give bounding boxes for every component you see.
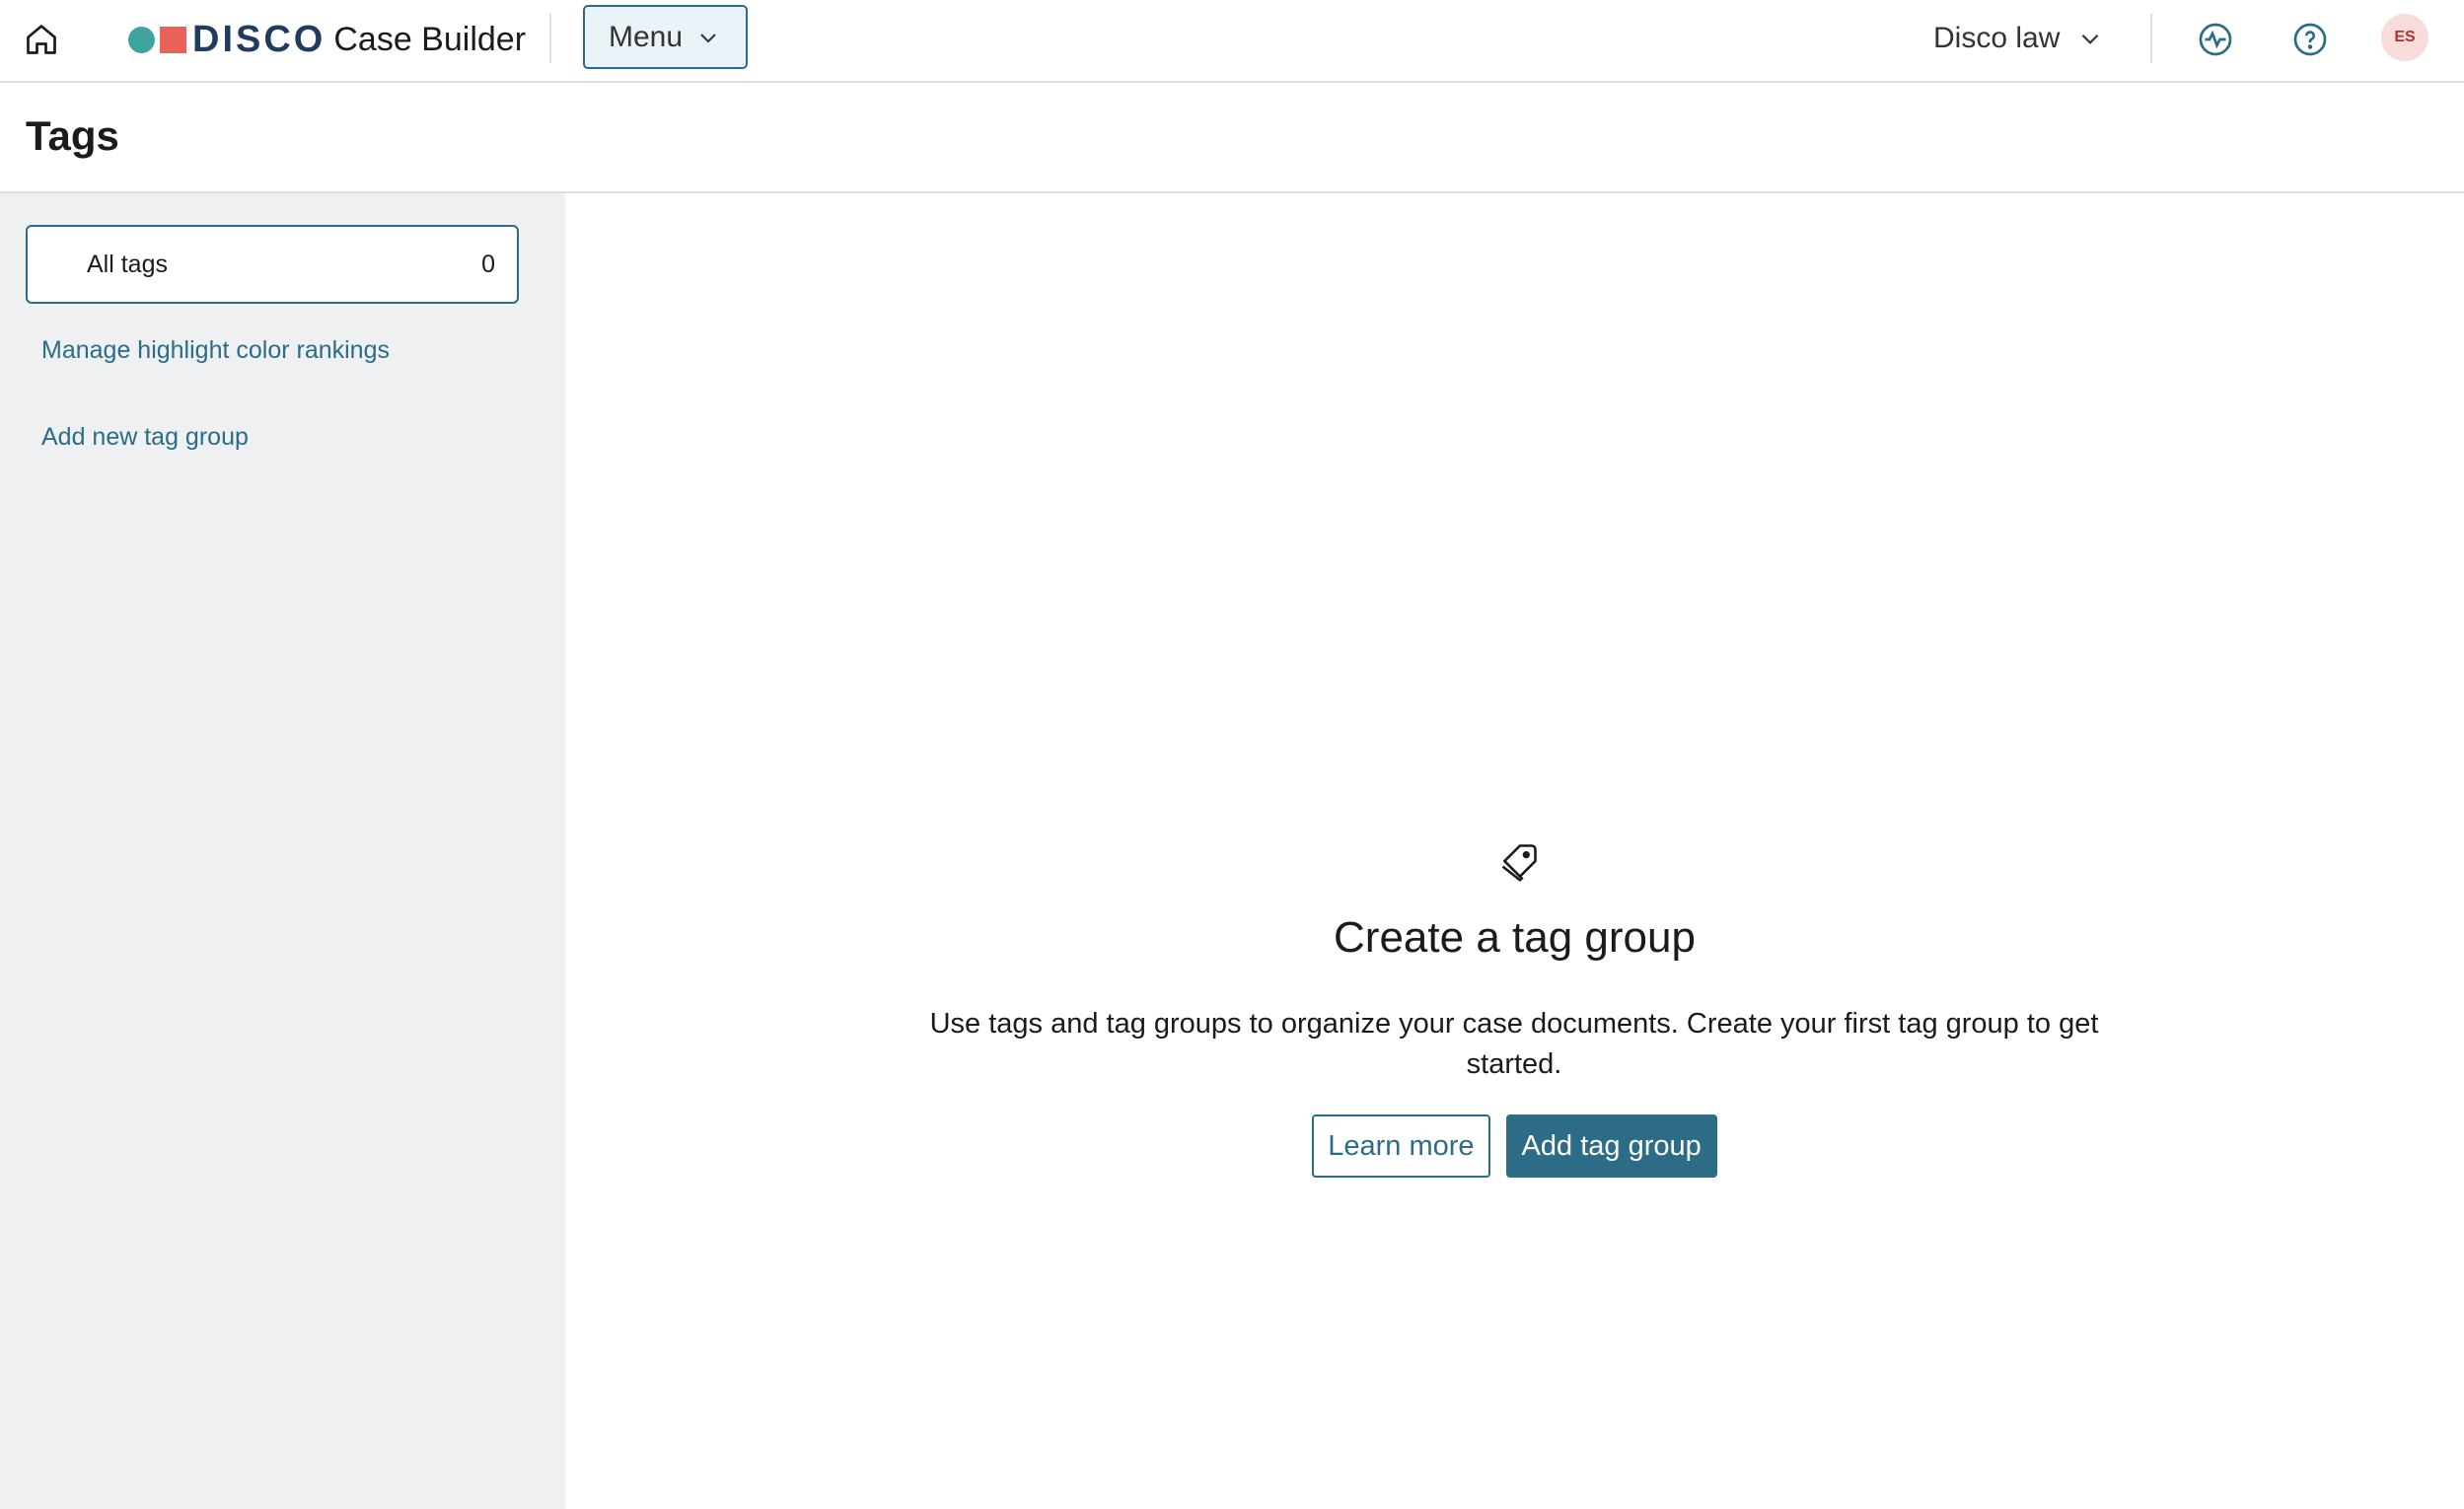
help-icon: [2293, 23, 2327, 56]
empty-state-actions: Learn more Add tag group: [565, 1114, 2464, 1178]
empty-state-description: Use tags and tag groups to organize your…: [929, 1008, 2099, 1080]
activity-icon: [2199, 23, 2232, 56]
divider: [549, 14, 551, 63]
home-icon: [27, 25, 56, 54]
page-title: Tags: [26, 112, 119, 159]
sidebar-item-label: All tags: [87, 250, 168, 278]
tag-count: 0: [481, 250, 495, 278]
top-navigation-bar: DISCO Case Builder Menu Disco law ES: [0, 0, 2464, 83]
chevron-down-icon: [2082, 34, 2099, 44]
brand-name: DISCO: [192, 19, 326, 60]
divider: [2150, 14, 2152, 63]
learn-more-button[interactable]: Learn more: [1312, 1114, 1490, 1178]
tag-icon: [1501, 844, 1537, 882]
main-content: Create a tag group Use tags and tag grou…: [565, 193, 2464, 1509]
product-name: Case Builder: [333, 21, 527, 58]
add-tag-group-button[interactable]: Add tag group: [1505, 1114, 1717, 1178]
page-header: Tags: [0, 83, 2464, 193]
help-button[interactable]: [2286, 16, 2334, 63]
chevron-down-icon: [700, 33, 716, 42]
add-tag-group-link[interactable]: Add new tag group: [41, 423, 249, 452]
home-button[interactable]: [20, 18, 63, 61]
menu-button-label: Menu: [609, 20, 684, 53]
app-logo[interactable]: DISCO Case Builder: [128, 18, 526, 61]
organization-selector[interactable]: Disco law: [1933, 14, 2103, 63]
activity-button[interactable]: [2192, 16, 2239, 63]
sidebar: All tags 0 Manage highlight color rankin…: [0, 193, 565, 1509]
logo-dot: [128, 26, 155, 53]
empty-state-title: Create a tag group: [1334, 913, 1696, 962]
manage-highlight-rankings-link[interactable]: Manage highlight color rankings: [41, 336, 390, 365]
organization-name: Disco law: [1933, 22, 2061, 54]
menu-button[interactable]: Menu: [583, 5, 748, 69]
user-avatar[interactable]: ES: [2381, 14, 2428, 61]
logo-square: [160, 26, 186, 53]
sidebar-item-all-tags[interactable]: All tags 0: [26, 225, 519, 304]
